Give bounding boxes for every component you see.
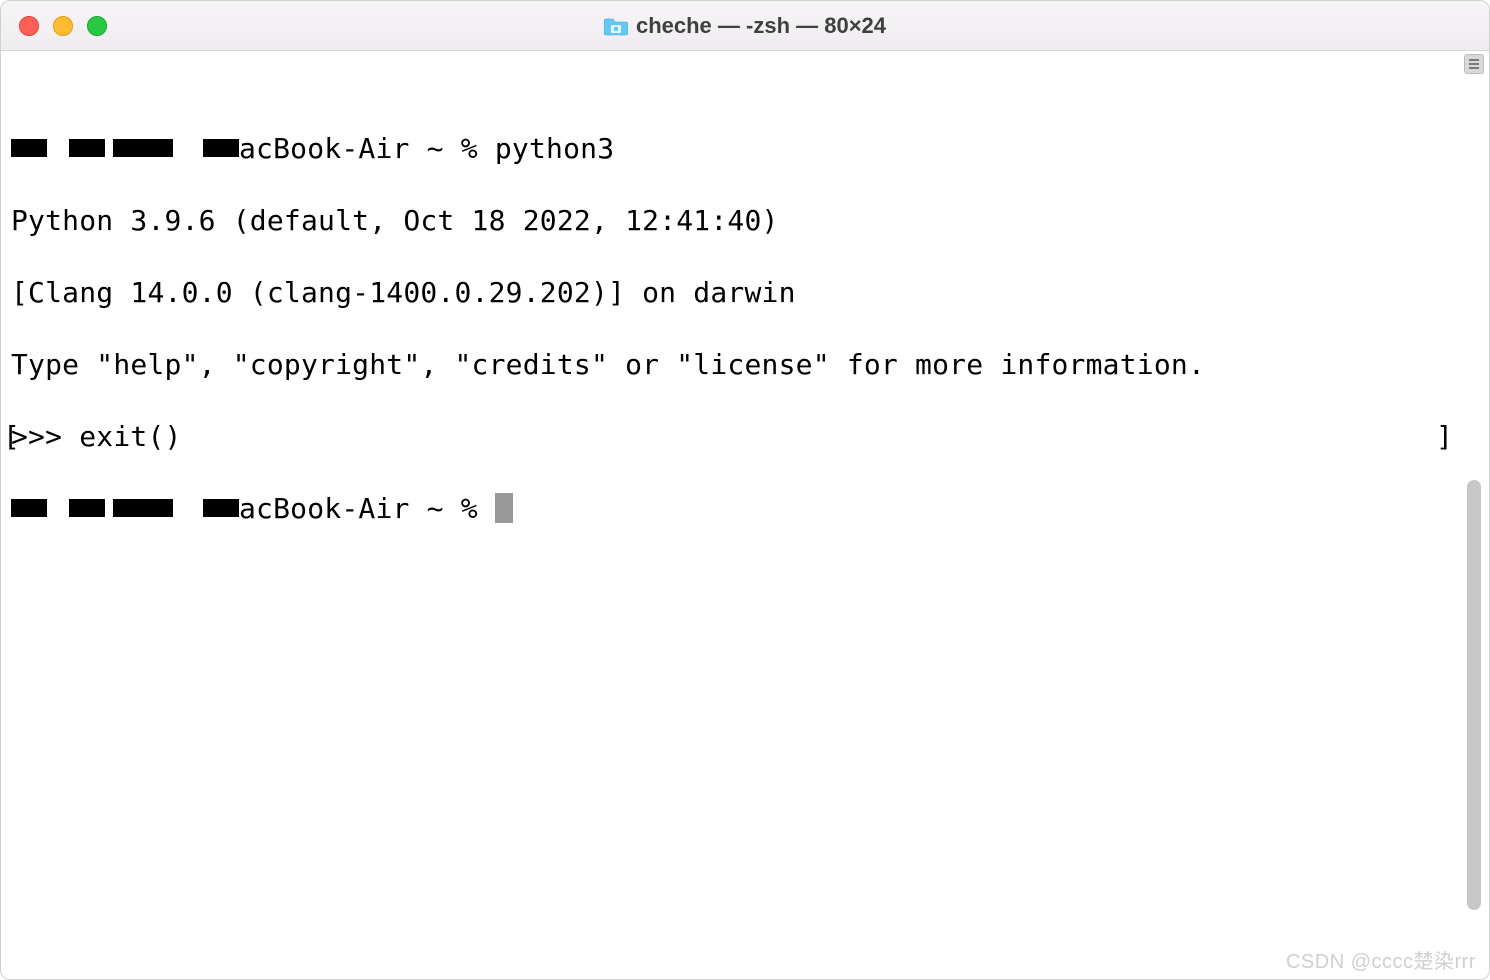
terminal-line: [>>> exit()] [11,419,1479,455]
redacted-text [113,139,173,157]
terminal-line: acBook-Air ~ % python3 [11,131,1479,167]
window-controls [19,16,107,36]
minimize-button[interactable] [53,16,73,36]
redacted-text [69,499,105,517]
terminal-window: cheche — -zsh — 80×24 acBook-Air ~ % pyt… [0,0,1490,980]
terminal-line: Type "help", "copyright", "credits" or "… [11,347,1479,383]
window-title-text: cheche — -zsh — 80×24 [636,13,886,39]
terminal-line: acBook-Air ~ % [11,491,1479,527]
redacted-text [11,139,47,157]
terminal-content[interactable]: acBook-Air ~ % python3 Python 3.9.6 (def… [1,51,1489,979]
folder-icon [604,16,628,36]
redacted-text [113,499,173,517]
maximize-button[interactable] [87,16,107,36]
prompt-text: acBook-Air ~ % [239,492,495,525]
titlebar: cheche — -zsh — 80×24 [1,1,1489,51]
prompt-command-text: acBook-Air ~ % python3 [239,132,614,165]
bracket-left: [ [3,419,20,455]
terminal-line: Python 3.9.6 (default, Oct 18 2022, 12:4… [11,203,1479,239]
scroll-options-button[interactable] [1464,54,1484,74]
redacted-text [203,499,239,517]
scrollbar[interactable] [1462,54,1486,976]
redacted-text [203,139,239,157]
redacted-text [69,139,105,157]
scroll-track[interactable] [1467,80,1481,976]
redacted-text [11,499,47,517]
terminal-line: [Clang 14.0.0 (clang-1400.0.29.202)] on … [11,275,1479,311]
window-title: cheche — -zsh — 80×24 [604,13,886,39]
python-exit-text: >>> exit() [11,420,182,453]
cursor [495,493,513,523]
scroll-thumb[interactable] [1467,480,1481,910]
close-button[interactable] [19,16,39,36]
bracket-right: ] [1436,419,1453,455]
